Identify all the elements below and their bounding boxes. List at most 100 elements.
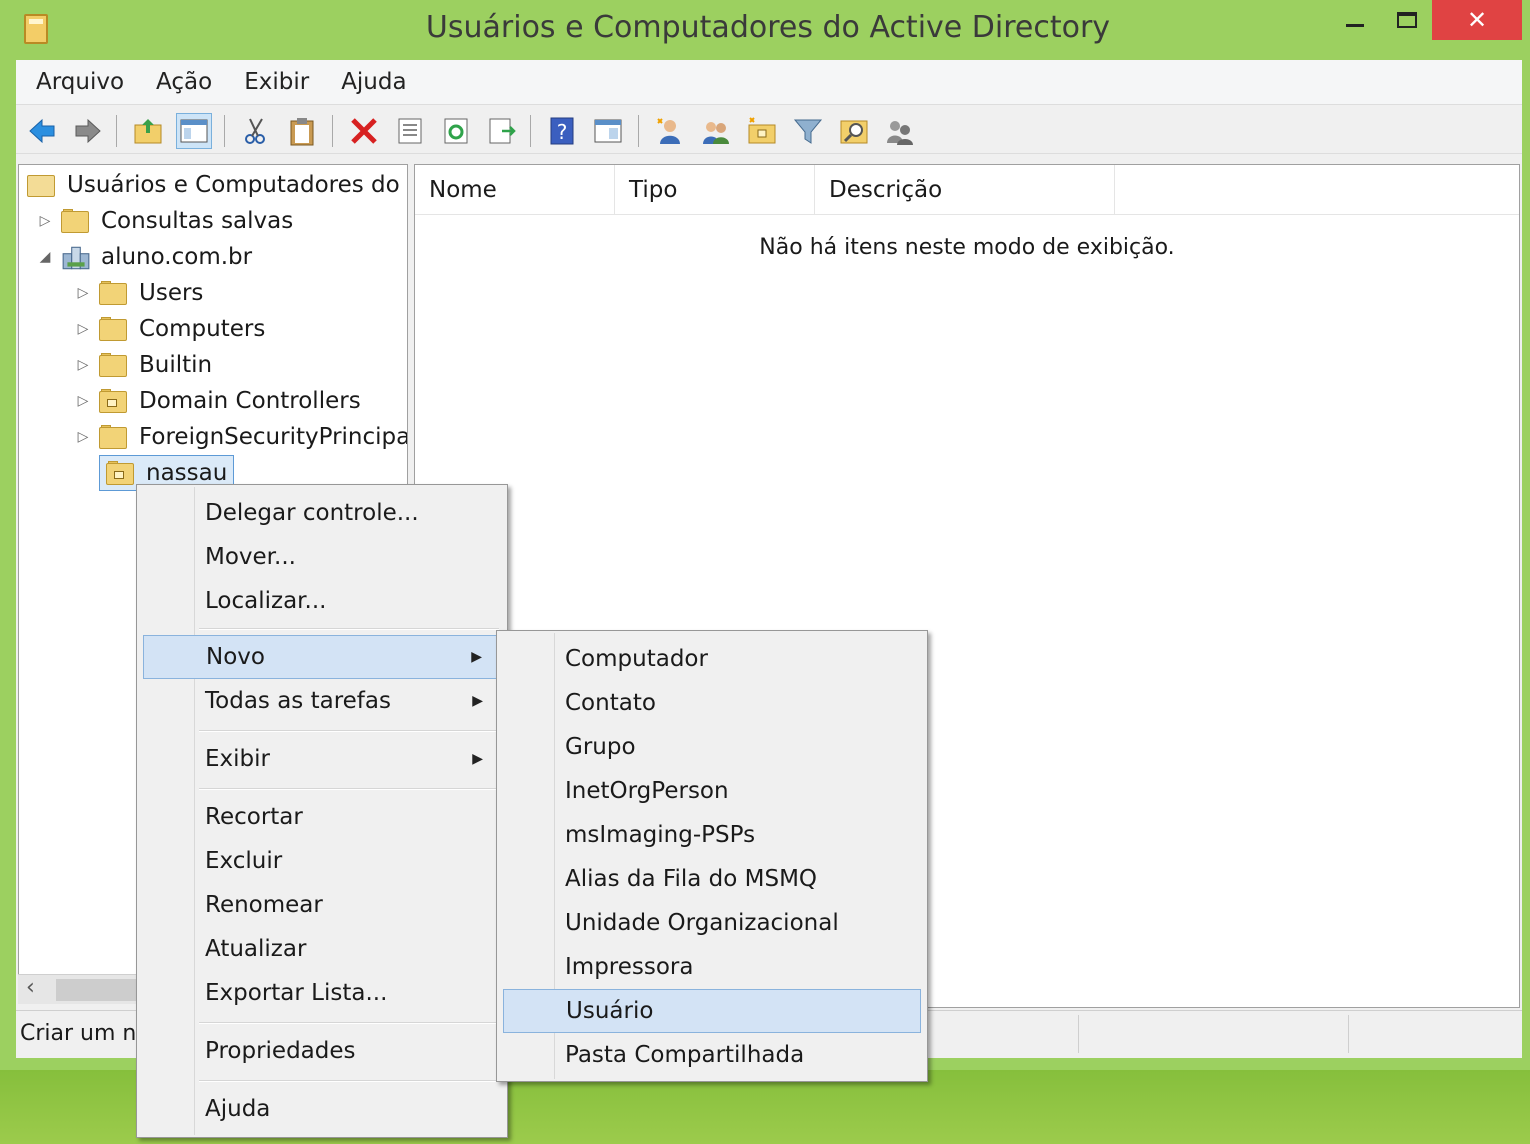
menu-exibir[interactable]: Exibir: [244, 69, 309, 95]
scroll-thumb[interactable]: [56, 979, 140, 1001]
forward-arrow-icon[interactable]: [70, 113, 106, 149]
submenu-item-msimaging-psps[interactable]: msImaging-PSPs: [503, 813, 921, 857]
tree-item-domain[interactable]: ◢ aluno.com.br: [35, 239, 253, 275]
menu-acao[interactable]: Ação: [156, 69, 212, 95]
find-icon[interactable]: [836, 113, 872, 149]
submenu-item-computador[interactable]: Computador: [503, 637, 921, 681]
tree-item-label: nassau: [146, 460, 228, 486]
menu-item-recortar[interactable]: Recortar: [143, 795, 501, 839]
status-text: Criar um ne: [20, 1021, 150, 1046]
menu-item-label: Novo: [206, 644, 265, 670]
expand-icon[interactable]: ▷: [35, 213, 55, 229]
submenu-arrow-icon: ▶: [472, 693, 483, 709]
menu-item-localizar[interactable]: Localizar...: [143, 579, 501, 623]
submenu-item-pasta-compartilhada[interactable]: Pasta Compartilhada: [503, 1033, 921, 1077]
export-list-icon[interactable]: [484, 113, 520, 149]
console-view-icon[interactable]: [590, 113, 626, 149]
svg-text:?: ?: [557, 120, 568, 144]
title-bar[interactable]: Usuários e Computadores do Active Direct…: [0, 0, 1530, 58]
toolbar-separator: [332, 115, 333, 147]
folder-icon: [99, 353, 127, 377]
submenu-arrow-icon: ▶: [471, 649, 482, 665]
snapin-icon: [27, 173, 55, 197]
menu-item-propriedades[interactable]: Propriedades: [143, 1029, 501, 1073]
menu-separator: [199, 1022, 499, 1024]
paste-icon[interactable]: [284, 113, 320, 149]
tree-item-saved-queries[interactable]: ▷ Consultas salvas: [35, 203, 294, 239]
maximize-button[interactable]: [1382, 0, 1432, 40]
up-folder-icon[interactable]: [130, 113, 166, 149]
tree-item-domain-controllers[interactable]: ▷ Domain Controllers: [73, 383, 361, 419]
tree-item-users[interactable]: ▷ Users: [73, 275, 204, 311]
back-arrow-icon[interactable]: [24, 113, 60, 149]
menu-item-ajuda[interactable]: Ajuda: [143, 1087, 501, 1131]
menu-separator: [199, 730, 499, 732]
submenu-item-impressora[interactable]: Impressora: [503, 945, 921, 989]
submenu-item-grupo[interactable]: Grupo: [503, 725, 921, 769]
properties-icon[interactable]: [392, 113, 428, 149]
filter-icon[interactable]: [790, 113, 826, 149]
menu-item-todas-as-tarefas[interactable]: Todas as tarefas ▶: [143, 679, 497, 723]
minimize-button[interactable]: [1330, 0, 1380, 40]
menu-arquivo[interactable]: Arquivo: [36, 69, 124, 95]
tree-root[interactable]: Usuários e Computadores do Ac: [27, 167, 408, 203]
folder-icon: [99, 281, 127, 305]
menu-item-exportar-lista[interactable]: Exportar Lista...: [143, 971, 501, 1015]
tree-item-foreign-security-principals[interactable]: ▷ ForeignSecurityPrincipals: [73, 419, 407, 455]
menu-item-renomear[interactable]: Renomear: [143, 883, 501, 927]
menu-separator: [199, 628, 499, 630]
column-header-descricao[interactable]: Descrição: [815, 165, 1115, 215]
tree-item-builtin[interactable]: ▷ Builtin: [73, 347, 213, 383]
submenu-item-usuario[interactable]: Usuário: [503, 989, 921, 1033]
ou-folder-icon: [106, 461, 134, 485]
new-group-icon[interactable]: [698, 113, 734, 149]
submenu-novo: Computador Contato Grupo InetOrgPerson m…: [496, 630, 928, 1082]
new-user-icon[interactable]: [652, 113, 688, 149]
help-icon[interactable]: ?: [544, 113, 580, 149]
tree-item-label: Builtin: [139, 352, 213, 378]
close-button[interactable]: ✕: [1432, 0, 1522, 40]
tree-root-label: Usuários e Computadores do Ac: [67, 172, 408, 198]
menu-item-label: Todas as tarefas: [205, 688, 391, 714]
submenu-item-unidade-organizacional[interactable]: Unidade Organizacional: [503, 901, 921, 945]
scroll-left-icon[interactable]: ‹: [26, 975, 35, 1000]
show-hide-tree-icon[interactable]: [176, 113, 212, 149]
refresh-icon[interactable]: [438, 113, 474, 149]
status-cell: [1078, 1015, 1348, 1053]
expand-icon[interactable]: ▷: [73, 357, 93, 373]
tree-horizontal-scrollbar[interactable]: ‹: [18, 974, 140, 1004]
submenu-item-alias-fila-msmq[interactable]: Alias da Fila do MSMQ: [503, 857, 921, 901]
menu-item-excluir[interactable]: Excluir: [143, 839, 501, 883]
delete-icon[interactable]: [346, 113, 382, 149]
context-menu: Delegar controle... Mover... Localizar..…: [136, 484, 508, 1138]
toolbar-separator: [224, 115, 225, 147]
menu-item-atualizar[interactable]: Atualizar: [143, 927, 501, 971]
submenu-arrow-icon: ▶: [472, 751, 483, 767]
column-header-tipo[interactable]: Tipo: [615, 165, 815, 215]
menu-item-delegar-controle[interactable]: Delegar controle...: [143, 491, 501, 535]
toolbar: ?: [16, 104, 1522, 154]
menu-ajuda[interactable]: Ajuda: [341, 69, 406, 95]
ou-folder-icon: [99, 389, 127, 413]
submenu-item-contato[interactable]: Contato: [503, 681, 921, 725]
column-header-nome[interactable]: Nome: [415, 165, 615, 215]
expand-icon[interactable]: ▷: [73, 393, 93, 409]
expand-icon[interactable]: ▷: [73, 285, 93, 301]
submenu-item-inetorgperson[interactable]: InetOrgPerson: [503, 769, 921, 813]
tree-item-label: aluno.com.br: [101, 244, 253, 270]
menu-separator: [199, 1080, 499, 1082]
toolbar-separator: [530, 115, 531, 147]
expand-icon[interactable]: ▷: [73, 321, 93, 337]
collapse-icon[interactable]: ◢: [35, 249, 55, 265]
minimize-icon: [1346, 23, 1364, 27]
cut-icon[interactable]: [238, 113, 274, 149]
menu-item-mover[interactable]: Mover...: [143, 535, 501, 579]
menu-separator: [199, 788, 499, 790]
tree-item-computers[interactable]: ▷ Computers: [73, 311, 266, 347]
add-to-group-icon[interactable]: [882, 113, 918, 149]
menu-item-novo[interactable]: Novo ▶: [143, 635, 497, 679]
menu-item-exibir[interactable]: Exibir ▶: [143, 737, 497, 781]
expand-icon[interactable]: ▷: [73, 429, 93, 445]
new-ou-icon[interactable]: [744, 113, 780, 149]
window-title: Usuários e Computadores do Active Direct…: [425, 10, 1111, 45]
